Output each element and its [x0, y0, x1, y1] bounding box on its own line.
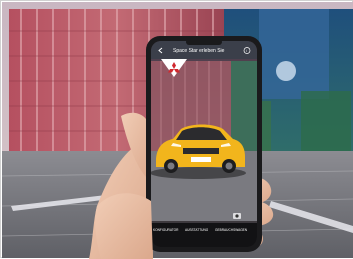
- tab-ausstattung[interactable]: AUSSTATTUNG: [185, 228, 209, 232]
- photo-scene: Space Star erleben Sie i KONFIGURATOR AU…: [1, 2, 353, 259]
- license-plate: [191, 157, 211, 162]
- image-frame: Space Star erleben Sie i KONFIGURATOR AU…: [0, 0, 353, 259]
- camera-icon[interactable]: [233, 213, 241, 219]
- screen-bottom-bar: [151, 223, 257, 247]
- tab-konfigurator[interactable]: KONFIGURATOR: [153, 228, 179, 232]
- tab-gebrauchswagen[interactable]: GEBRAUCHSWAGEN: [215, 228, 248, 232]
- screen-title: Space Star erleben Sie: [173, 48, 225, 54]
- thumb: [95, 193, 153, 259]
- smartphone: Space Star erleben Sie i KONFIGURATOR AU…: [146, 36, 262, 252]
- phone-notch: [186, 39, 222, 45]
